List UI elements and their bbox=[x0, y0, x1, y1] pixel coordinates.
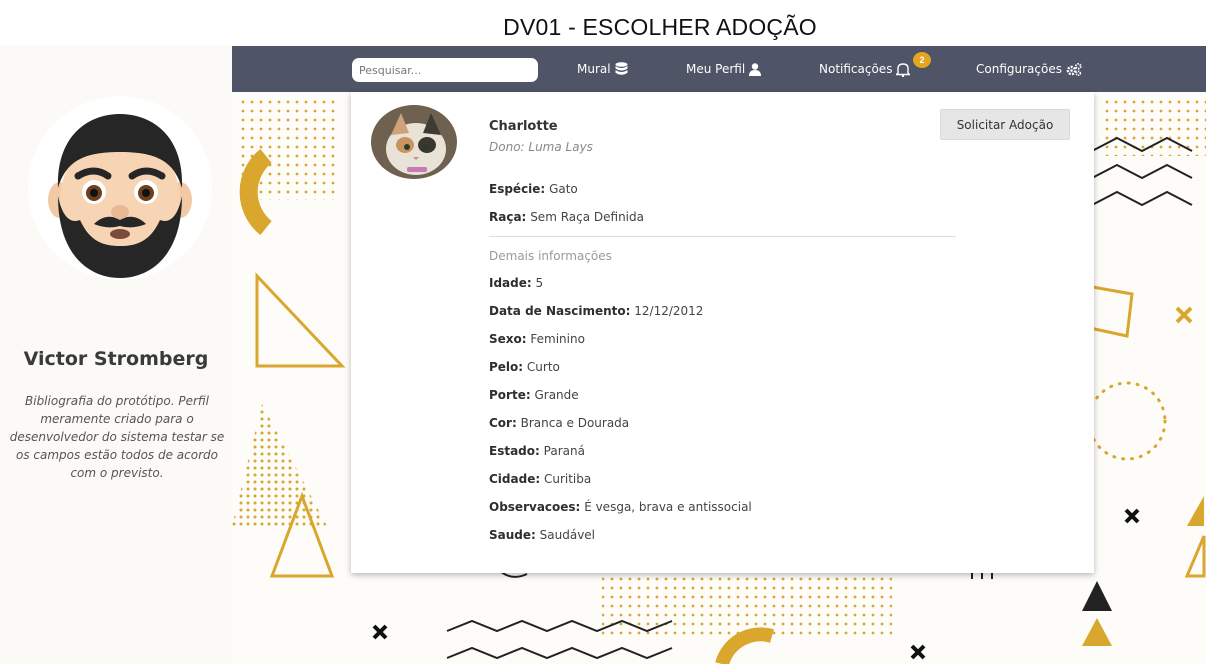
top-navbar: Mural Meu Perfil Notificações 2 C bbox=[232, 46, 1206, 92]
profile-bio: Bibliografia do protótipo. Perfil merame… bbox=[9, 394, 225, 480]
detail-value: Feminino bbox=[530, 332, 585, 346]
pet-species-value: Gato bbox=[549, 182, 578, 196]
section-divider bbox=[489, 236, 956, 237]
nav-mural-label: Mural bbox=[577, 62, 611, 76]
nav-configuracoes[interactable]: Configurações bbox=[976, 46, 1082, 92]
pet-breed: Raça: Sem Raça Definida bbox=[489, 210, 644, 224]
detail-value: Curitiba bbox=[543, 472, 592, 486]
detail-label: Saude: bbox=[489, 528, 536, 542]
pet-detail-row: Porte: Grande bbox=[489, 388, 579, 402]
nav-profile-label: Meu Perfil bbox=[686, 62, 746, 76]
pet-species-label: Espécie: bbox=[489, 182, 546, 196]
pet-detail-card: Charlotte Dono: Luma Lays Solicitar Adoç… bbox=[351, 92, 1094, 573]
detail-value: 5 bbox=[535, 276, 544, 290]
pet-breed-label: Raça: bbox=[489, 210, 527, 224]
detail-value: 12/12/2012 bbox=[634, 304, 704, 318]
nav-notifications-label: Notificações bbox=[819, 62, 893, 76]
nav-meu-perfil[interactable]: Meu Perfil bbox=[686, 46, 762, 92]
pet-detail-row: Estado: Paraná bbox=[489, 444, 585, 458]
detail-value: É vesga, brava e antissocial bbox=[584, 500, 752, 514]
pet-detail-row: Cidade: Curitiba bbox=[489, 472, 591, 486]
request-adoption-button[interactable]: Solicitar Adoção bbox=[940, 109, 1070, 140]
page-title: DV01 - ESCOLHER ADOÇÃO bbox=[503, 14, 817, 40]
detail-label: Cor: bbox=[489, 416, 517, 430]
notifications-count-badge: 2 bbox=[913, 52, 931, 68]
detail-label: Pelo: bbox=[489, 360, 524, 374]
gears-icon bbox=[1066, 62, 1082, 76]
more-info-heading: Demais informações bbox=[489, 249, 612, 263]
user-icon bbox=[749, 62, 762, 76]
detail-label: Cidade: bbox=[489, 472, 541, 486]
pet-detail-row: Sexo: Feminino bbox=[489, 332, 585, 346]
pet-species: Espécie: Gato bbox=[489, 182, 578, 196]
detail-value: Saudável bbox=[539, 528, 596, 542]
database-icon bbox=[615, 62, 628, 76]
search-input[interactable] bbox=[352, 58, 538, 82]
nav-mural[interactable]: Mural bbox=[577, 46, 628, 92]
detail-label: Sexo: bbox=[489, 332, 527, 346]
pet-detail-row: Idade: 5 bbox=[489, 276, 543, 290]
profile-name: Victor Stromberg bbox=[23, 348, 209, 370]
nav-notificacoes[interactable]: Notificações bbox=[819, 46, 911, 92]
profile-sidebar: Victor Stromberg Bibliografia do protóti… bbox=[0, 46, 232, 664]
detail-label: Observacoes: bbox=[489, 500, 581, 514]
pet-owner: Dono: Luma Lays bbox=[489, 140, 593, 154]
pet-photo bbox=[371, 105, 457, 179]
pet-detail-row: Cor: Branca e Dourada bbox=[489, 416, 629, 430]
detail-value: Grande bbox=[534, 388, 579, 402]
detail-value: Paraná bbox=[543, 444, 585, 458]
detail-label: Porte: bbox=[489, 388, 531, 402]
detail-value: Branca e Dourada bbox=[520, 416, 630, 430]
bell-icon bbox=[896, 62, 911, 77]
detail-value: Curto bbox=[526, 360, 560, 374]
nav-settings-label: Configurações bbox=[976, 62, 1062, 76]
user-avatar bbox=[28, 96, 212, 280]
detail-label: Estado: bbox=[489, 444, 540, 458]
pet-detail-row: Saude: Saudável bbox=[489, 528, 595, 542]
pet-detail-row: Observacoes: É vesga, brava e antissocia… bbox=[489, 500, 752, 514]
detail-label: Idade: bbox=[489, 276, 532, 290]
pet-detail-row: Data de Nascimento: 12/12/2012 bbox=[489, 304, 703, 318]
pet-breed-value: Sem Raça Definida bbox=[530, 210, 644, 224]
pet-detail-row: Pelo: Curto bbox=[489, 360, 560, 374]
detail-label: Data de Nascimento: bbox=[489, 304, 631, 318]
pet-name: Charlotte bbox=[489, 119, 558, 134]
